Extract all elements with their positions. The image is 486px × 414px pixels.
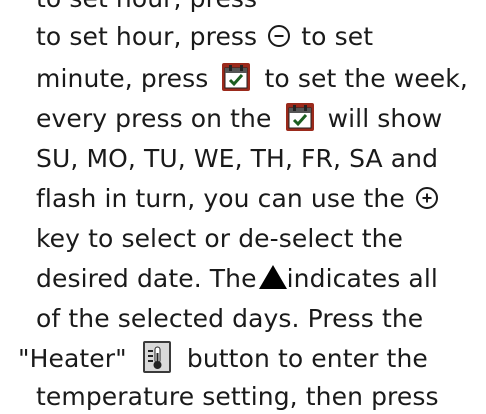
text-line-5: flash in turn, you can use the (36, 182, 441, 216)
text-line-3: every press on the will show (36, 102, 442, 136)
text-fragment: indicates all (286, 264, 438, 293)
text-fragment: button to enter the (186, 344, 428, 373)
text-fragment: to set hour, press (36, 22, 258, 51)
text-line-4: SU, MO, TU, WE, TH, FR, SA and (36, 142, 438, 176)
text-line-0: to set hour, press (36, 0, 257, 16)
text-fragment: flash in turn, you can use the (36, 184, 405, 213)
text-line-1: to set hour, press to set (36, 20, 373, 54)
text-fragment: to set (301, 22, 374, 51)
calendar-check-icon (222, 63, 251, 91)
plus-circle-icon (415, 187, 438, 209)
text-fragment: to set the week, (264, 64, 468, 93)
manual-page: to set hour, press to set hour, press to… (0, 0, 486, 411)
heater-thermometer-icon (142, 341, 171, 373)
text-fragment: of the selected days. Press the (36, 304, 424, 333)
text-fragment: desired date. The (36, 264, 257, 293)
minus-circle-icon (268, 25, 291, 47)
text-fragment: minute, press (36, 64, 209, 93)
text-fragment: to set hour, press (36, 0, 257, 13)
triangle-up-icon (258, 265, 287, 289)
text-fragment: every press on the (36, 104, 272, 133)
text-fragment: will show (327, 104, 443, 133)
text-line-10: temperature setting, then press (36, 380, 439, 414)
text-line-6: key to select or de-select the (36, 222, 403, 256)
text-line-2: minute, press to set the week, (36, 62, 468, 96)
text-line-8: of the selected days. Press the (36, 302, 423, 336)
text-line-7: desired date. The indicates all (36, 262, 438, 296)
text-fragment: SU, MO, TU, WE, TH, FR, SA and (36, 144, 439, 173)
text-fragment: temperature setting, then press (36, 382, 439, 411)
calendar-check-icon (285, 103, 314, 131)
text-fragment: key to select or de-select the (36, 224, 404, 253)
text-fragment: "Heater" (18, 344, 127, 373)
text-line-9: "Heater" button to enter the (18, 341, 428, 376)
